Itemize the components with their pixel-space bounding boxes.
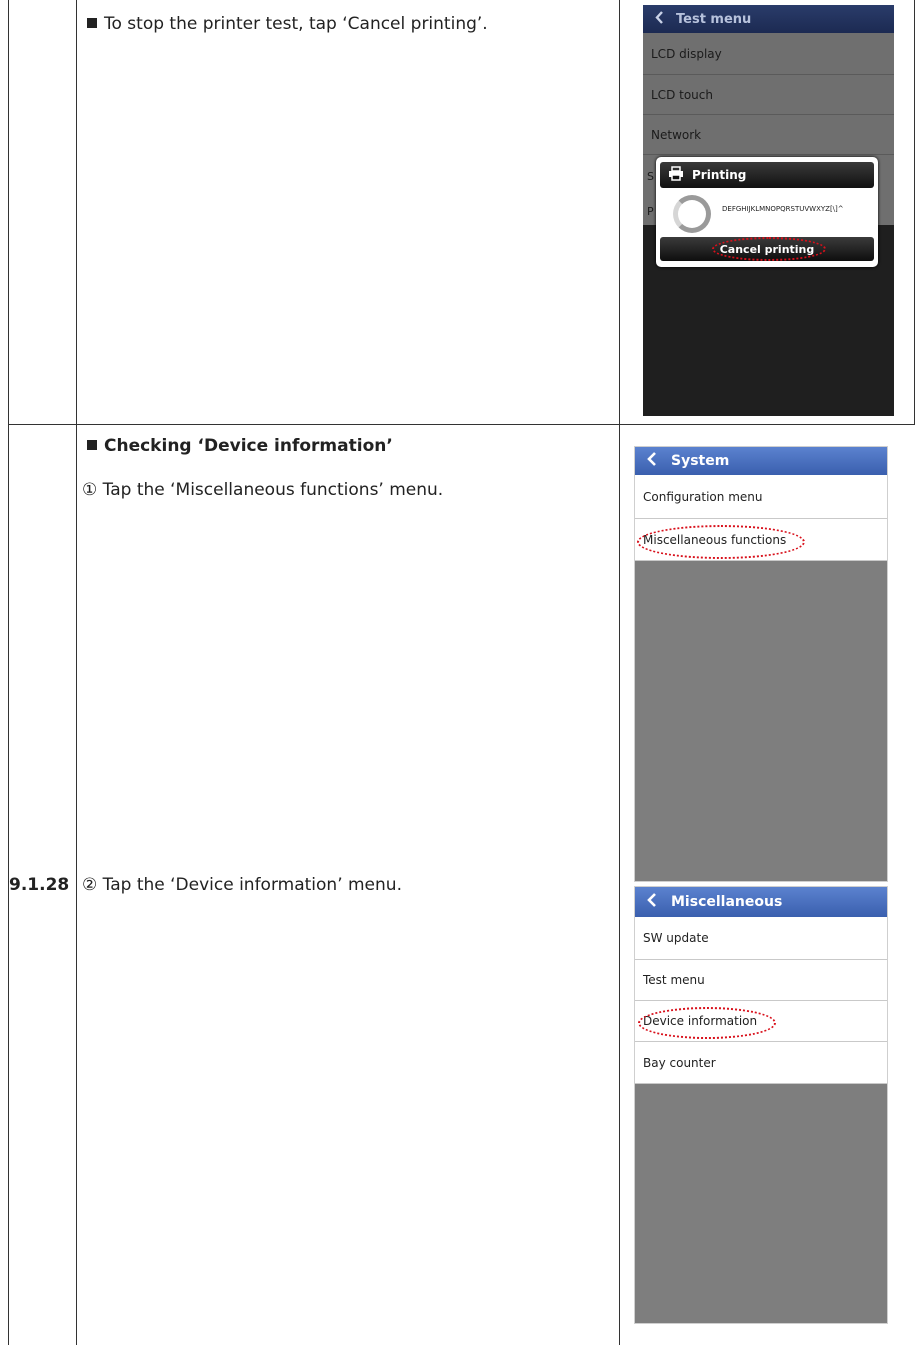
table-border-col1 xyxy=(76,0,77,1345)
menu-item-lcd-display[interactable]: LCD display xyxy=(643,33,894,75)
menu-item-bay-counter[interactable]: Bay counter xyxy=(635,1042,887,1084)
back-chevron-icon[interactable] xyxy=(647,452,657,470)
menu-item-partial: S xyxy=(647,170,654,183)
bullet-icon xyxy=(87,440,97,450)
instruction-text: To stop the printer test, tap ‘Cancel pr… xyxy=(104,14,488,34)
menu-item-lcd-touch[interactable]: LCD touch xyxy=(643,75,894,115)
dialog-text: DEFGHIJKLMNOPQRSTUVWXYZ[\]^ xyxy=(722,205,844,213)
screen-title: Miscellaneous xyxy=(671,894,783,910)
instruction-cancel-printing: To stop the printer test, tap ‘Cancel pr… xyxy=(87,14,488,34)
printer-icon xyxy=(668,166,684,184)
menu-item-network[interactable]: Network xyxy=(643,115,894,155)
table-row-divider xyxy=(8,424,915,425)
highlight-oval xyxy=(712,237,826,261)
section-number: 9.1.28 xyxy=(9,875,70,895)
titlebar: Miscellaneous xyxy=(635,887,887,917)
highlight-oval xyxy=(638,1007,776,1039)
back-chevron-icon[interactable] xyxy=(647,893,657,911)
heading-text: Checking ‘Device information’ xyxy=(104,436,393,456)
empty-area xyxy=(635,561,887,881)
bullet-icon xyxy=(87,18,97,28)
dialog-titlebar: Printing xyxy=(660,162,874,188)
screenshot-test-menu: Test menu LCD display LCD touch Network … xyxy=(643,5,894,416)
screen-title: System xyxy=(671,453,730,469)
table-border-col2 xyxy=(619,0,620,1345)
menu-item-configuration[interactable]: Configuration menu xyxy=(635,475,887,519)
titlebar: Test menu xyxy=(643,5,894,33)
titlebar: System xyxy=(635,447,887,475)
dialog-title: Printing xyxy=(692,168,747,182)
table-border-left xyxy=(8,0,9,1345)
heading-device-information: Checking ‘Device information’ xyxy=(87,436,393,456)
printing-dialog: Printing DEFGHIJKLMNOPQRSTUVWXYZ[\]^ Can… xyxy=(656,157,878,267)
progress-spinner-icon xyxy=(673,195,711,233)
step2-text: ② Tap the ‘Device information’ menu. xyxy=(82,875,402,895)
step1-text: ① Tap the ‘Miscellaneous functions’ menu… xyxy=(82,480,444,500)
screen-title: Test menu xyxy=(676,11,752,27)
menu-item-sw-update[interactable]: SW update xyxy=(635,917,887,960)
screenshot-system: System Configuration menu Miscellaneous … xyxy=(634,446,888,882)
menu-item-partial: P xyxy=(647,205,654,218)
screenshot-miscellaneous: Miscellaneous SW update Test menu Device… xyxy=(634,886,888,1324)
table-border-right xyxy=(914,0,915,424)
empty-area xyxy=(635,1084,887,1323)
menu-item-test-menu[interactable]: Test menu xyxy=(635,960,887,1001)
highlight-oval xyxy=(637,525,805,559)
back-chevron-icon[interactable] xyxy=(655,10,664,28)
